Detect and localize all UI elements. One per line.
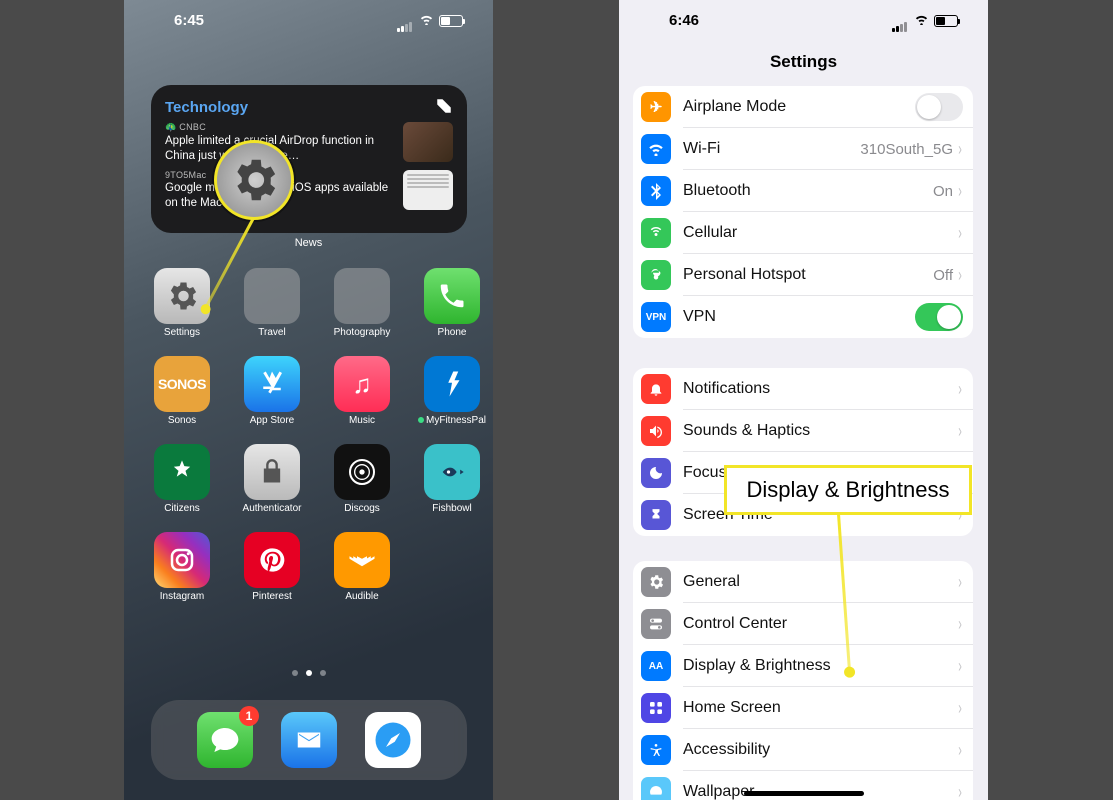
page-dots[interactable]	[124, 669, 493, 678]
row-airplane-mode[interactable]: ✈ Airplane Mode	[633, 86, 973, 128]
row-hotspot[interactable]: Personal Hotspot Off ›	[633, 254, 973, 296]
myfitnesspal-app[interactable]: MyFitnessPal	[421, 356, 483, 426]
chevron-right-icon: ›	[958, 782, 962, 800]
messages-app[interactable]: 1	[197, 712, 253, 768]
chevron-right-icon: ›	[958, 740, 962, 761]
chevron-right-icon: ›	[958, 265, 962, 286]
clock-time: 6:45	[174, 12, 204, 29]
hourglass-icon	[641, 500, 671, 530]
wifi-icon	[419, 14, 434, 27]
row-bluetooth[interactable]: Bluetooth On ›	[633, 170, 973, 212]
switches-icon	[641, 609, 671, 639]
apple-news-icon	[435, 97, 453, 115]
display-icon: AA	[641, 651, 671, 681]
vpn-toggle[interactable]	[915, 303, 963, 331]
row-vpn[interactable]: VPN VPN	[633, 296, 973, 338]
badge: 1	[239, 706, 259, 726]
chevron-right-icon: ›	[958, 656, 962, 677]
chevron-right-icon: ›	[958, 223, 962, 244]
authenticator-app[interactable]: Authenticator	[241, 444, 303, 514]
accessibility-icon	[641, 735, 671, 765]
appstore-app[interactable]: App Store	[241, 356, 303, 426]
row-general[interactable]: General ›	[633, 561, 973, 603]
gear-icon	[641, 567, 671, 597]
airplane-toggle[interactable]	[915, 93, 963, 121]
row-cellular[interactable]: Cellular ›	[633, 212, 973, 254]
mail-app[interactable]	[281, 712, 337, 768]
row-wifi[interactable]: Wi-Fi 310South_5G ›	[633, 128, 973, 170]
citizens-app[interactable]: Citizens	[151, 444, 213, 514]
instagram-app[interactable]: Instagram	[151, 532, 213, 602]
clock-time: 6:46	[669, 12, 699, 29]
news-thumbnail	[403, 170, 453, 210]
discogs-app[interactable]: Discogs	[331, 444, 393, 514]
row-sounds[interactable]: Sounds & Haptics ›	[633, 410, 973, 452]
wallpaper-icon	[641, 777, 671, 800]
bell-icon	[641, 374, 671, 404]
grid-icon	[641, 693, 671, 723]
wifi-icon	[914, 14, 929, 27]
row-home-screen[interactable]: Home Screen ›	[633, 687, 973, 729]
cell-signal-icon	[397, 15, 414, 26]
battery-icon	[934, 15, 958, 27]
music-app[interactable]: ♫ Music	[331, 356, 393, 426]
wifi-row-icon	[641, 134, 671, 164]
row-display-brightness[interactable]: AA Display & Brightness ›	[633, 645, 973, 687]
news-widget[interactable]: Technology 🦚 CNBC Apple limited a crucia…	[151, 85, 467, 233]
chevron-right-icon: ›	[958, 698, 962, 719]
chevron-right-icon: ›	[958, 572, 962, 593]
settings-group-general: General › Control Center › AA Display & …	[633, 561, 973, 800]
news-source: 🦚 CNBC	[165, 122, 393, 134]
audible-app[interactable]: Audible	[331, 532, 393, 602]
cellular-icon	[641, 218, 671, 248]
vpn-icon: VPN	[641, 302, 671, 332]
photography-folder[interactable]: Photography	[331, 268, 393, 338]
dock: 1	[151, 700, 467, 780]
moon-icon	[641, 458, 671, 488]
widget-category: Technology	[165, 99, 453, 116]
row-notifications[interactable]: Notifications ›	[633, 368, 973, 410]
speaker-icon	[641, 416, 671, 446]
chevron-right-icon: ›	[958, 421, 962, 442]
battery-icon	[439, 15, 463, 27]
page-title: Settings	[619, 52, 988, 72]
airplane-icon: ✈	[641, 92, 671, 122]
hotspot-icon	[641, 260, 671, 290]
row-accessibility[interactable]: Accessibility ›	[633, 729, 973, 771]
safari-app[interactable]	[365, 712, 421, 768]
right-phone-settings: 6:46 Settings ✈ Airplane Mode Wi-Fi 310S…	[619, 0, 988, 800]
left-phone-homescreen: 6:45 Technology 🦚 CNBC Apple limited a c…	[124, 0, 493, 800]
fishbowl-app[interactable]: Fishbowl	[421, 444, 483, 514]
status-bar: 6:45	[124, 8, 493, 38]
travel-folder[interactable]: Travel	[241, 268, 303, 338]
chevron-right-icon: ›	[958, 139, 962, 160]
settings-group-connectivity: ✈ Airplane Mode Wi-Fi 310South_5G › Blue…	[633, 86, 973, 338]
status-bar: 6:46	[619, 8, 988, 38]
chevron-right-icon: ›	[958, 614, 962, 635]
news-thumbnail	[403, 122, 453, 162]
settings-highlight	[214, 140, 294, 220]
home-indicator[interactable]	[744, 791, 864, 796]
chevron-right-icon: ›	[958, 181, 962, 202]
chevron-right-icon: ›	[958, 379, 962, 400]
sonos-app[interactable]: SONOS Sonos	[151, 356, 213, 426]
cell-signal-icon	[892, 15, 909, 26]
pinterest-app[interactable]: Pinterest	[241, 532, 303, 602]
phone-app[interactable]: Phone	[421, 268, 483, 338]
display-brightness-callout: Display & Brightness	[724, 465, 972, 515]
row-control-center[interactable]: Control Center ›	[633, 603, 973, 645]
bluetooth-icon	[641, 176, 671, 206]
app-grid: Settings Travel Photography Phone SONOS …	[151, 268, 467, 602]
